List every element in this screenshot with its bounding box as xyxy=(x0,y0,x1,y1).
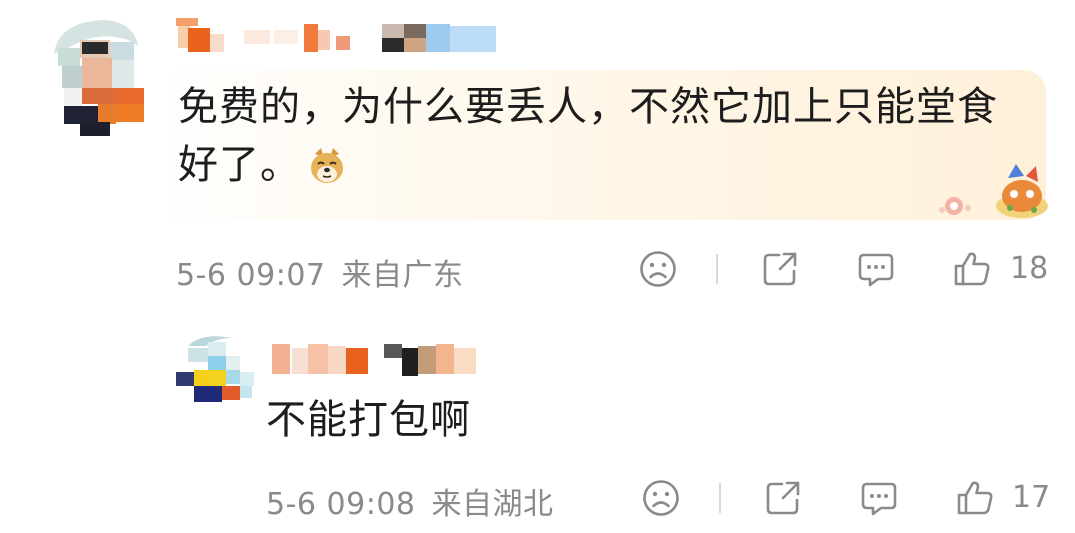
sad-face-icon[interactable] xyxy=(638,249,678,289)
divider xyxy=(719,483,721,513)
sad-face-icon[interactable] xyxy=(641,478,681,518)
reply-avatar[interactable] xyxy=(172,332,262,412)
reply-username[interactable] xyxy=(268,340,498,380)
avatar[interactable] xyxy=(48,18,144,136)
comment-location: 来自广东 xyxy=(341,258,464,293)
doge-emoji-icon xyxy=(307,144,347,184)
comment-time: 5-6 09:07 xyxy=(176,258,326,293)
reply-location: 来自湖北 xyxy=(431,487,554,522)
thumbs-up-icon[interactable] xyxy=(952,249,992,289)
comment-icon[interactable] xyxy=(859,478,899,518)
reply-time: 5-6 09:08 xyxy=(266,487,416,522)
reply-text: 不能打包啊 xyxy=(266,397,471,443)
divider xyxy=(716,254,718,284)
like-count: 17 xyxy=(1012,480,1051,515)
decoration-sticker xyxy=(934,158,1050,224)
like-count: 18 xyxy=(1010,251,1049,286)
thumbs-up-icon[interactable] xyxy=(955,478,995,518)
share-icon[interactable] xyxy=(763,478,803,518)
comment-text: 免费的，为什么要丢人，不然它加上只能堂食好了。 xyxy=(178,84,998,188)
username[interactable] xyxy=(176,16,506,60)
share-icon[interactable] xyxy=(760,249,800,289)
comment-icon[interactable] xyxy=(856,249,896,289)
reply-meta: 5-6 09:08 来自湖北 xyxy=(266,479,554,523)
comment-meta: 5-6 09:07 来自广东 xyxy=(176,250,464,294)
